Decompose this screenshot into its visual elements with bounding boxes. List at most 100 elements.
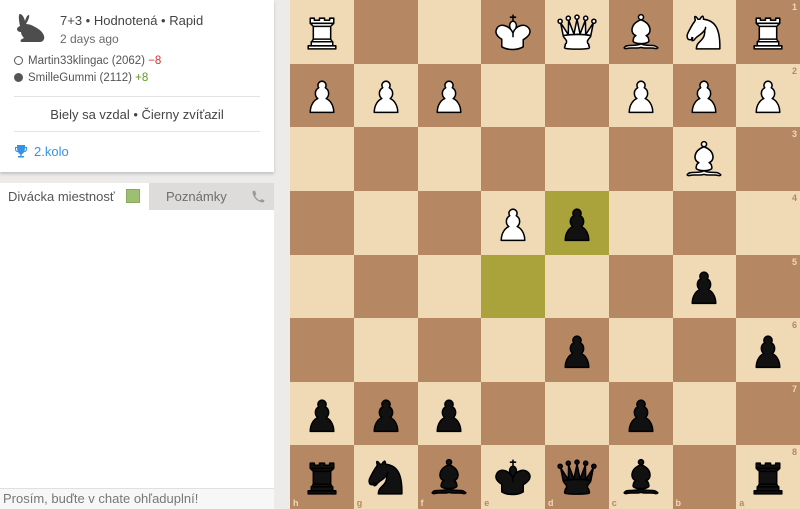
square-g5[interactable] xyxy=(353,254,418,319)
white-queen-icon[interactable] xyxy=(545,0,609,64)
white-bishop-icon[interactable] xyxy=(609,0,673,64)
white-rook-icon[interactable] xyxy=(290,0,354,64)
square-h7[interactable] xyxy=(290,381,354,446)
square-d6[interactable] xyxy=(545,318,609,382)
square-h1[interactable] xyxy=(290,0,354,64)
square-a3[interactable]: 3 xyxy=(736,127,800,191)
black-rook-icon[interactable] xyxy=(290,445,354,509)
white-pawn-icon[interactable] xyxy=(673,64,737,128)
square-c5[interactable] xyxy=(608,254,673,319)
square-c6[interactable] xyxy=(608,318,673,382)
square-a8[interactable]: 8a xyxy=(736,445,800,509)
round-link[interactable]: 2.kolo xyxy=(14,144,69,159)
black-pawn-icon[interactable] xyxy=(673,255,737,319)
square-d4[interactable] xyxy=(545,190,609,255)
black-pawn-icon[interactable] xyxy=(736,318,800,382)
white-bishop-icon[interactable] xyxy=(673,127,737,191)
square-c2[interactable] xyxy=(608,63,673,128)
black-pawn-icon[interactable] xyxy=(290,382,354,446)
square-e8[interactable]: e xyxy=(481,445,545,509)
white-king-icon[interactable] xyxy=(481,0,545,64)
chat-input[interactable] xyxy=(0,489,276,508)
square-b4[interactable] xyxy=(672,190,737,255)
square-g3[interactable] xyxy=(353,127,418,191)
square-g6[interactable] xyxy=(353,318,418,382)
black-king-icon[interactable] xyxy=(481,445,545,509)
white-rook-icon[interactable] xyxy=(736,0,800,64)
chat-toggle[interactable] xyxy=(126,189,140,203)
black-pawn-icon[interactable] xyxy=(545,318,609,382)
black-knight-icon[interactable] xyxy=(354,445,418,509)
square-e1[interactable] xyxy=(481,0,545,64)
square-b1[interactable] xyxy=(672,0,737,64)
square-f6[interactable] xyxy=(417,318,482,382)
square-b6[interactable] xyxy=(672,318,737,382)
white-knight-icon[interactable] xyxy=(673,0,737,64)
square-c3[interactable] xyxy=(608,127,673,191)
square-a6[interactable]: 6 xyxy=(736,318,800,382)
square-a4[interactable]: 4 xyxy=(736,190,800,255)
square-e5[interactable] xyxy=(481,254,545,319)
square-c1[interactable] xyxy=(608,0,673,64)
square-c8[interactable]: c xyxy=(608,445,673,509)
black-pawn-icon[interactable] xyxy=(418,382,482,446)
black-player-name[interactable]: SmilleGummi (2112) xyxy=(28,72,132,84)
square-b2[interactable] xyxy=(672,63,737,128)
square-e4[interactable] xyxy=(481,190,545,255)
white-pawn-icon[interactable] xyxy=(736,64,800,128)
square-a5[interactable]: 5 xyxy=(736,254,800,319)
square-d2[interactable] xyxy=(545,63,609,128)
square-g1[interactable] xyxy=(353,0,418,64)
square-e2[interactable] xyxy=(481,63,545,128)
square-g8[interactable]: g xyxy=(353,445,418,509)
black-pawn-icon[interactable] xyxy=(609,382,673,446)
square-e6[interactable] xyxy=(481,318,545,382)
black-rook-icon[interactable] xyxy=(736,445,800,509)
square-d5[interactable] xyxy=(545,254,609,319)
square-a1[interactable]: 1 xyxy=(736,0,800,64)
white-pawn-icon[interactable] xyxy=(354,64,418,128)
square-f8[interactable]: f xyxy=(417,445,482,509)
white-pawn-icon[interactable] xyxy=(418,64,482,128)
square-a2[interactable]: 2 xyxy=(736,63,800,128)
black-bishop-icon[interactable] xyxy=(609,445,673,509)
square-d1[interactable] xyxy=(545,0,609,64)
square-b7[interactable] xyxy=(672,381,737,446)
square-a7[interactable]: 7 xyxy=(736,381,800,446)
phone-icon[interactable] xyxy=(250,189,266,205)
square-g2[interactable] xyxy=(353,63,418,128)
square-d7[interactable] xyxy=(545,381,609,446)
square-h3[interactable] xyxy=(290,127,354,191)
white-pawn-icon[interactable] xyxy=(609,64,673,128)
square-h2[interactable] xyxy=(290,63,354,128)
square-b3[interactable] xyxy=(672,127,737,191)
white-player-row[interactable]: Martin33klingac (2062) −8 xyxy=(14,55,161,67)
square-f5[interactable] xyxy=(417,254,482,319)
black-pawn-icon[interactable] xyxy=(354,382,418,446)
square-h6[interactable] xyxy=(290,318,354,382)
square-b5[interactable] xyxy=(672,254,737,319)
square-f4[interactable] xyxy=(417,190,482,255)
black-player-row[interactable]: SmilleGummi (2112) +8 xyxy=(14,72,148,84)
square-c4[interactable] xyxy=(608,190,673,255)
white-player-name[interactable]: Martin33klingac (2062) xyxy=(28,55,145,67)
square-g4[interactable] xyxy=(353,190,418,255)
tab-notes[interactable]: Poznámky xyxy=(149,183,274,210)
square-e3[interactable] xyxy=(481,127,545,191)
black-pawn-icon[interactable] xyxy=(545,191,609,255)
square-g7[interactable] xyxy=(353,381,418,446)
square-b8[interactable]: b xyxy=(672,445,737,509)
square-d3[interactable] xyxy=(545,127,609,191)
square-f2[interactable] xyxy=(417,63,482,128)
black-bishop-icon[interactable] xyxy=(418,445,482,509)
white-pawn-icon[interactable] xyxy=(290,64,354,128)
square-e7[interactable] xyxy=(481,381,545,446)
square-d8[interactable]: d xyxy=(545,445,609,509)
square-h5[interactable] xyxy=(290,254,354,319)
chess-board[interactable]: 123 4 5 67 hgfedcb 8a xyxy=(290,0,800,509)
square-h4[interactable] xyxy=(290,190,354,255)
square-f3[interactable] xyxy=(417,127,482,191)
square-c7[interactable] xyxy=(608,381,673,446)
square-h8[interactable]: h xyxy=(290,445,354,509)
black-queen-icon[interactable] xyxy=(545,445,609,509)
